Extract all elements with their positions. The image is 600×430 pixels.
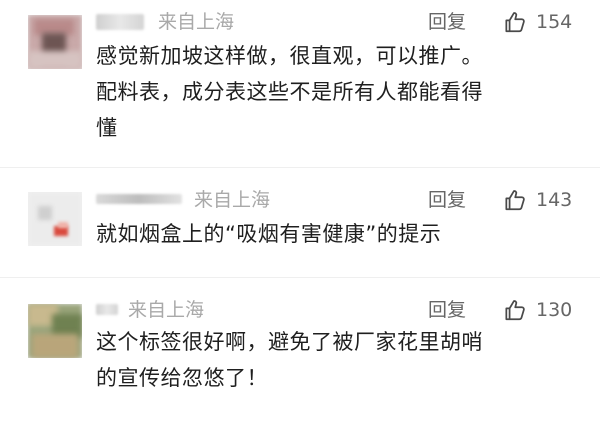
like-count: 130 [536, 299, 573, 321]
reply-button[interactable]: 回复 [428, 186, 466, 214]
comment-item: 来自上海 回复 130 这个标签很好啊，避免了被厂家花里胡哨 的宣传给忽悠了！ [0, 278, 600, 430]
thumb-up-icon [505, 12, 525, 33]
like-button[interactable]: 130 [502, 294, 572, 326]
location-label: 来自上海 [158, 11, 235, 33]
location-label: 来自上海 [128, 299, 205, 321]
username-redacted[interactable] [96, 14, 144, 30]
like-button[interactable]: 143 [502, 184, 572, 216]
reply-button[interactable]: 回复 [428, 296, 466, 324]
comment-meta: 来自上海 回复 154 [96, 6, 582, 40]
comment-text: 就如烟盒上的“吸烟有害健康”的提示 [96, 222, 442, 246]
like-count: 154 [536, 11, 573, 33]
reply-button[interactable]: 回复 [428, 8, 466, 36]
like-count: 143 [536, 189, 573, 211]
comment-item: 来自上海 回复 143 就如烟盒上的“吸烟有害健康”的提示 [0, 168, 600, 278]
avatar[interactable] [28, 192, 82, 246]
comment-meta: 来自上海 回复 130 [96, 294, 582, 328]
location-label: 来自上海 [194, 189, 271, 211]
comment-list: 来自上海 回复 154 感觉新加坡这样做，很直观，可以推广。 配料表，成分表这些… [0, 0, 600, 430]
like-button[interactable]: 154 [502, 6, 572, 38]
avatar[interactable] [28, 304, 82, 358]
thumb-up-icon [505, 190, 525, 211]
comment-meta: 来自上海 回复 143 [96, 184, 582, 218]
thumb-up-icon [505, 300, 525, 321]
avatar[interactable] [28, 15, 82, 69]
comment-text: 这个标签很好啊，避免了被厂家花里胡哨 的宣传给忽悠了！ [96, 330, 483, 390]
username-redacted[interactable] [96, 194, 182, 204]
comment-text: 感觉新加坡这样做，很直观，可以推广。 配料表，成分表这些不是所有人都能看得 懂 [96, 44, 483, 140]
username-redacted[interactable] [96, 304, 118, 315]
comment-item: 来自上海 回复 154 感觉新加坡这样做，很直观，可以推广。 配料表，成分表这些… [0, 0, 600, 168]
